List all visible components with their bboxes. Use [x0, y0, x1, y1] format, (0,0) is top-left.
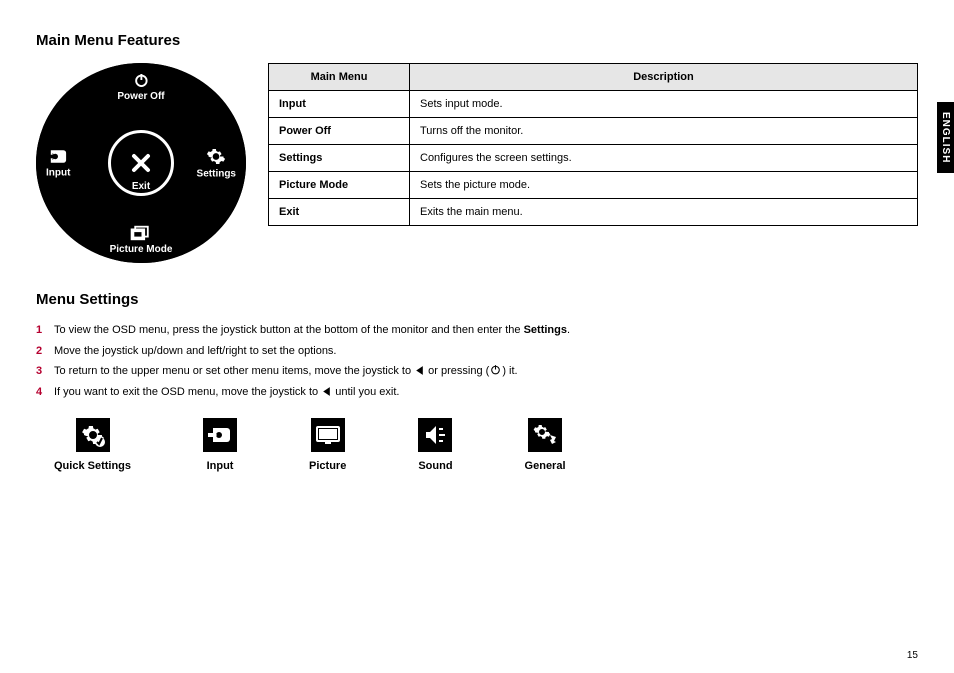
dial-bottom-label: Picture Mode: [110, 244, 173, 255]
step-text: If you want to exit the OSD menu, move t…: [54, 384, 399, 401]
table-row: InputSets input mode.: [269, 91, 918, 118]
main-menu-features-heading: Main Menu Features: [36, 32, 918, 49]
settings-icon-item: Quick Settings: [54, 418, 131, 472]
step-number: 4: [36, 384, 46, 401]
dial-top-label: Power Off: [117, 91, 164, 102]
picture-icon: [311, 418, 345, 452]
settings-icon-item: Sound: [418, 418, 452, 472]
step-number: 1: [36, 322, 46, 339]
table-row-desc: Sets the picture mode.: [410, 172, 918, 199]
step-item: 3 To return to the upper menu or set othe…: [36, 363, 918, 380]
table-row-desc: Exits the main menu.: [410, 199, 918, 226]
table-row: ExitExits the main menu.: [269, 199, 918, 226]
table-row-name: Power Off: [269, 118, 410, 145]
page-number: 15: [907, 650, 918, 661]
settings-icon-item: Picture: [309, 418, 346, 472]
table-row-desc: Sets input mode.: [410, 91, 918, 118]
settings-icon-caption: Picture: [309, 460, 346, 472]
dial-center-label: Exit: [132, 181, 150, 192]
menu-settings-heading: Menu Settings: [36, 291, 918, 308]
quick-settings-icon: [76, 418, 110, 452]
settings-icon-caption: General: [525, 460, 566, 472]
table-row-name: Settings: [269, 145, 410, 172]
settings-icon-row: Quick Settings Input Picture Sound General: [54, 418, 918, 472]
table-header-main-menu: Main Menu: [269, 64, 410, 91]
step-item: 1 To view the OSD menu, press the joystic…: [36, 322, 918, 339]
dial-right-label: Settings: [197, 169, 236, 180]
settings-icon-item: Input: [203, 418, 237, 472]
settings-icon-item: General: [525, 418, 566, 472]
gear-icon: [206, 147, 226, 167]
table-row: Picture ModeSets the picture mode.: [269, 172, 918, 199]
settings-icon-caption: Input: [207, 460, 234, 472]
main-menu-table: Main Menu Description InputSets input mo…: [268, 63, 918, 226]
dial-left-label: Input: [46, 168, 70, 179]
step-number: 3: [36, 363, 46, 380]
table-row-desc: Turns off the monitor.: [410, 118, 918, 145]
settings-icon-caption: Quick Settings: [54, 460, 131, 472]
input-icon: [47, 148, 69, 166]
input-icon: [203, 418, 237, 452]
table-header-description: Description: [410, 64, 918, 91]
steps-list: 1 To view the OSD menu, press the joystic…: [36, 322, 918, 400]
table-row-name: Exit: [269, 199, 410, 226]
table-row-desc: Configures the screen settings.: [410, 145, 918, 172]
sound-icon: [418, 418, 452, 452]
step-item: 4 If you want to exit the OSD menu, move …: [36, 384, 918, 401]
step-text: To view the OSD menu, press the joystick…: [54, 322, 570, 339]
picture-mode-icon: [130, 224, 152, 242]
joystick-dial: Power Off Picture Mode: [36, 63, 246, 263]
close-icon: [129, 151, 153, 175]
table-row: SettingsConfigures the screen settings.: [269, 145, 918, 172]
step-item: 2 Move the joystick up/down and left/righ…: [36, 343, 918, 360]
power-icon: [132, 71, 150, 89]
step-text: Move the joystick up/down and left/right…: [54, 343, 337, 360]
step-number: 2: [36, 343, 46, 360]
step-text: To return to the upper menu or set other…: [54, 363, 518, 380]
table-row-name: Picture Mode: [269, 172, 410, 199]
table-row: Power OffTurns off the monitor.: [269, 118, 918, 145]
general-icon: [528, 418, 562, 452]
settings-icon-caption: Sound: [418, 460, 452, 472]
table-row-name: Input: [269, 91, 410, 118]
